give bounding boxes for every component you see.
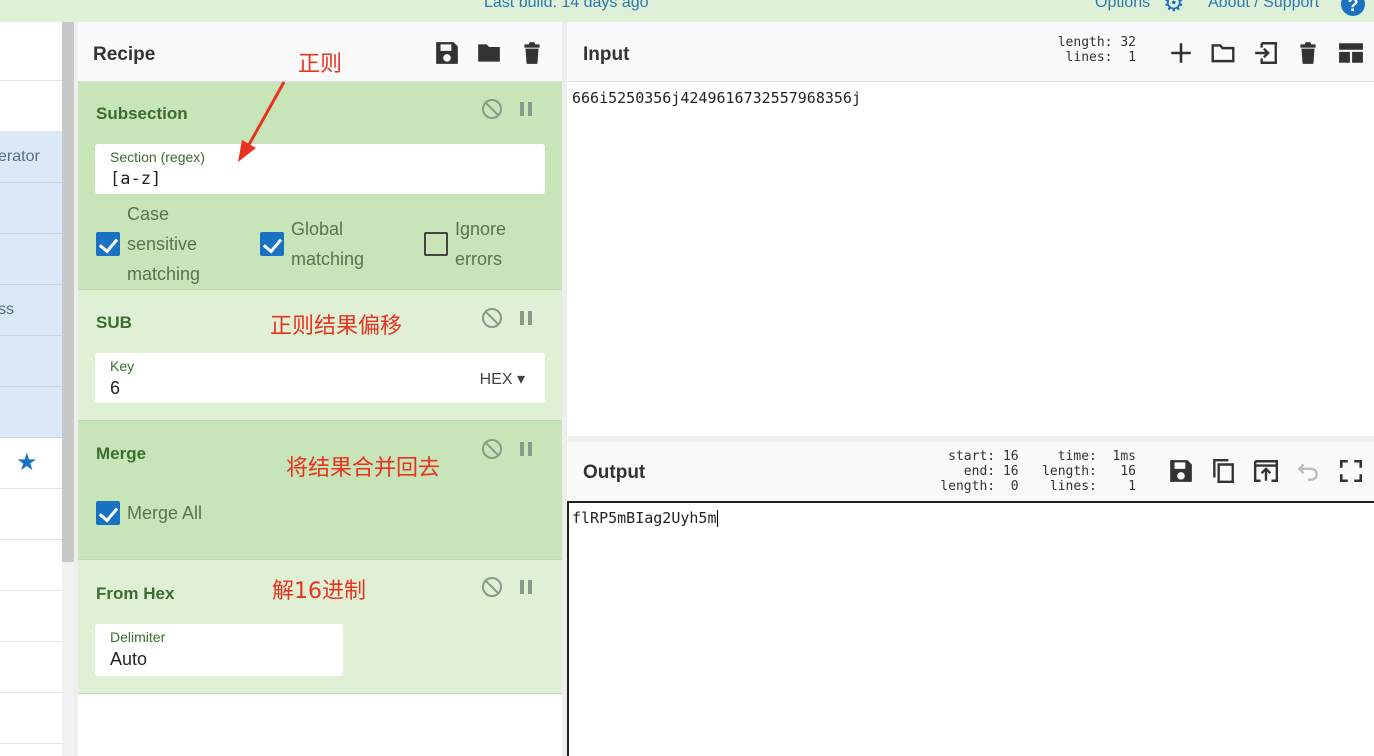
operations-panel: erator ss ★ [0,22,62,756]
save-icon[interactable] [1168,458,1194,484]
trash-icon[interactable] [519,40,545,66]
output-text-frame [567,501,1374,756]
op-name: Merge [96,444,147,463]
list-item[interactable]: ss [0,285,62,336]
section-regex-field[interactable]: Section (regex) [a-z] [95,144,545,194]
operations-scrollbar-track[interactable] [62,562,74,756]
annotation-merge: 将结果合并回去 [286,456,441,481]
annotation-offset: 正则结果偏移 [270,314,403,339]
case-sensitive-label: Case sensitive matching [127,204,201,284]
list-item[interactable] [0,693,62,744]
annotation-arrow-icon [238,81,286,162]
list-item[interactable] [0,540,62,591]
annotation-regex: 正则 [298,52,343,77]
merge-all-label: Merge All [127,503,203,523]
fullscreen-icon[interactable] [1338,458,1364,484]
top-banner: Last build: 14 days ago Options ⚙ About … [0,0,1374,22]
list-item[interactable] [0,387,62,438]
case-sensitive-checkbox[interactable] [96,232,120,256]
recipe-title: Recipe [93,44,156,65]
pause-icon[interactable] [520,102,532,116]
list-item[interactable] [0,591,62,642]
op-name: From Hex [96,584,175,603]
field-label: Key [110,358,135,374]
trash-icon[interactable] [1295,40,1321,66]
key-format-dropdown[interactable]: HEX ▾ [480,369,525,389]
field-label: Delimiter [110,629,166,645]
input-header: Input length: 32 lines: 1 [567,22,1374,82]
recipe-op-subsection[interactable]: Subsection Section (regex) [a-z] Case sen… [78,82,562,290]
plus-icon[interactable] [1168,40,1194,66]
input-stats: length: 32 lines: 1 [1057,35,1136,65]
input-text-area[interactable]: 666i5250356j4249616732557968356j [572,89,861,107]
merge-all-checkbox[interactable] [96,501,120,525]
last-build-text: Last build: 14 days ago [484,0,649,11]
import-icon[interactable] [1253,40,1279,66]
pause-icon[interactable] [520,311,532,325]
replace-input-icon[interactable] [1253,458,1279,484]
list-item[interactable] [0,183,62,234]
about-support-link[interactable]: About / Support [1208,0,1319,12]
list-item[interactable] [0,489,62,540]
ignore-errors-label: Ignore errors [455,219,507,269]
favourites-category[interactable]: ★ [0,438,62,489]
gear-icon[interactable]: ⚙ [1163,0,1187,16]
operations-scrollbar-thumb[interactable] [62,22,74,562]
caret-down-icon: ▾ [516,371,525,388]
field-label: Section (regex) [110,149,205,165]
list-item[interactable] [0,336,62,387]
layout-icon[interactable] [1338,40,1364,66]
list-item[interactable] [0,22,62,81]
list-item[interactable]: erator [0,132,62,183]
folder-icon[interactable] [476,40,502,66]
annotation-hex: 解16进制 [272,579,366,604]
ignore-errors-checkbox[interactable] [424,232,448,256]
options-link[interactable]: Options [1095,0,1150,12]
text-cursor [716,510,718,527]
field-value[interactable]: 6 [110,378,120,399]
output-title: Output [583,462,646,483]
op-name: SUB [96,313,132,332]
input-title: Input [583,44,630,65]
disable-icon[interactable] [482,439,502,459]
question-circle-icon[interactable]: ? [1341,0,1365,16]
list-item[interactable] [0,81,62,132]
output-text-area[interactable]: flRP5mBIag2Uyh5m [572,509,718,527]
save-icon[interactable] [434,40,460,66]
output-panel: Output start: 16 time: 1ms end: 16 lengt… [567,442,1374,756]
output-header: Output start: 16 time: 1ms end: 16 lengt… [567,442,1374,502]
output-stats: start: 16 time: 1ms end: 16 length: 16 l… [940,449,1136,494]
field-value[interactable]: Auto [110,649,147,670]
recipe-panel: Recipe Subsection Section (regex) [a-z] … [78,22,562,756]
input-panel: Input length: 32 lines: 1 666i5250356j42… [567,22,1374,436]
list-item[interactable] [0,234,62,285]
disable-icon[interactable] [482,308,502,328]
delimiter-field[interactable]: Delimiter Auto [95,624,343,676]
recipe-op-merge[interactable]: Merge Merge All [78,421,562,560]
list-item[interactable] [0,642,62,693]
pause-icon[interactable] [520,580,532,594]
op-name: Subsection [96,104,188,123]
undo-icon[interactable] [1295,458,1321,484]
disable-icon[interactable] [482,99,502,119]
global-matching-checkbox[interactable] [260,232,284,256]
copy-icon[interactable] [1210,458,1236,484]
field-value[interactable]: [a-z] [110,169,161,189]
star-icon: ★ [16,449,38,476]
disable-icon[interactable] [482,577,502,597]
key-field[interactable]: Key 6 HEX ▾ [95,353,545,403]
folder-icon[interactable] [1210,40,1236,66]
global-matching-label: Global matching [291,219,365,269]
pause-icon[interactable] [520,442,532,456]
